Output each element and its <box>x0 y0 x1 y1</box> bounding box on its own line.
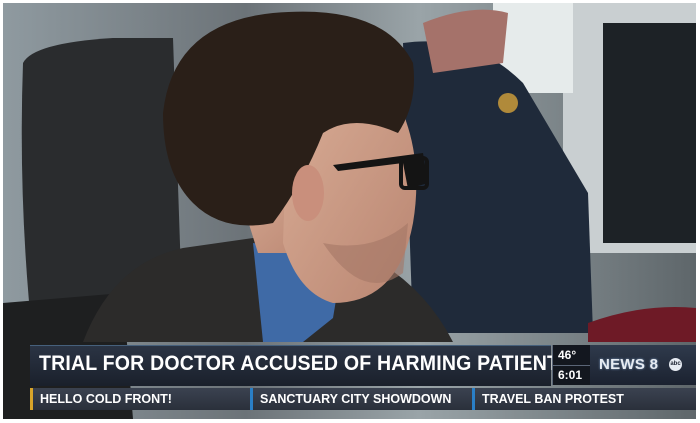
ticker-item: SANCTUARY CITY SHOWDOWN <box>250 388 451 410</box>
temperature: 46° <box>558 348 577 362</box>
video-frame: TRIAL FOR DOCTOR ACCUSED OF HARMING PATI… <box>3 3 696 419</box>
weather-time-box: 46° 6:01 <box>552 345 590 385</box>
ticker-item: TRAVEL BAN PROTEST <box>472 388 624 410</box>
news-lower-third: TRIAL FOR DOCTOR ACCUSED OF HARMING PATI… <box>3 342 696 419</box>
ticker-item: HELLO COLD FRONT! <box>30 388 172 410</box>
station-logo-text: NEWS 8 <box>599 356 659 373</box>
station-logo: NEWS 8 abc <box>590 345 696 385</box>
news-ticker: HELLO COLD FRONT! SANCTUARY CITY SHOWDOW… <box>30 388 696 410</box>
headline-bar: TRIAL FOR DOCTOR ACCUSED OF HARMING PATI… <box>30 345 573 386</box>
clock-time: 6:01 <box>558 368 583 382</box>
headline-text: TRIAL FOR DOCTOR ACCUSED OF HARMING PATI… <box>39 352 573 375</box>
divider <box>553 365 590 366</box>
network-logo: abc <box>669 358 682 371</box>
